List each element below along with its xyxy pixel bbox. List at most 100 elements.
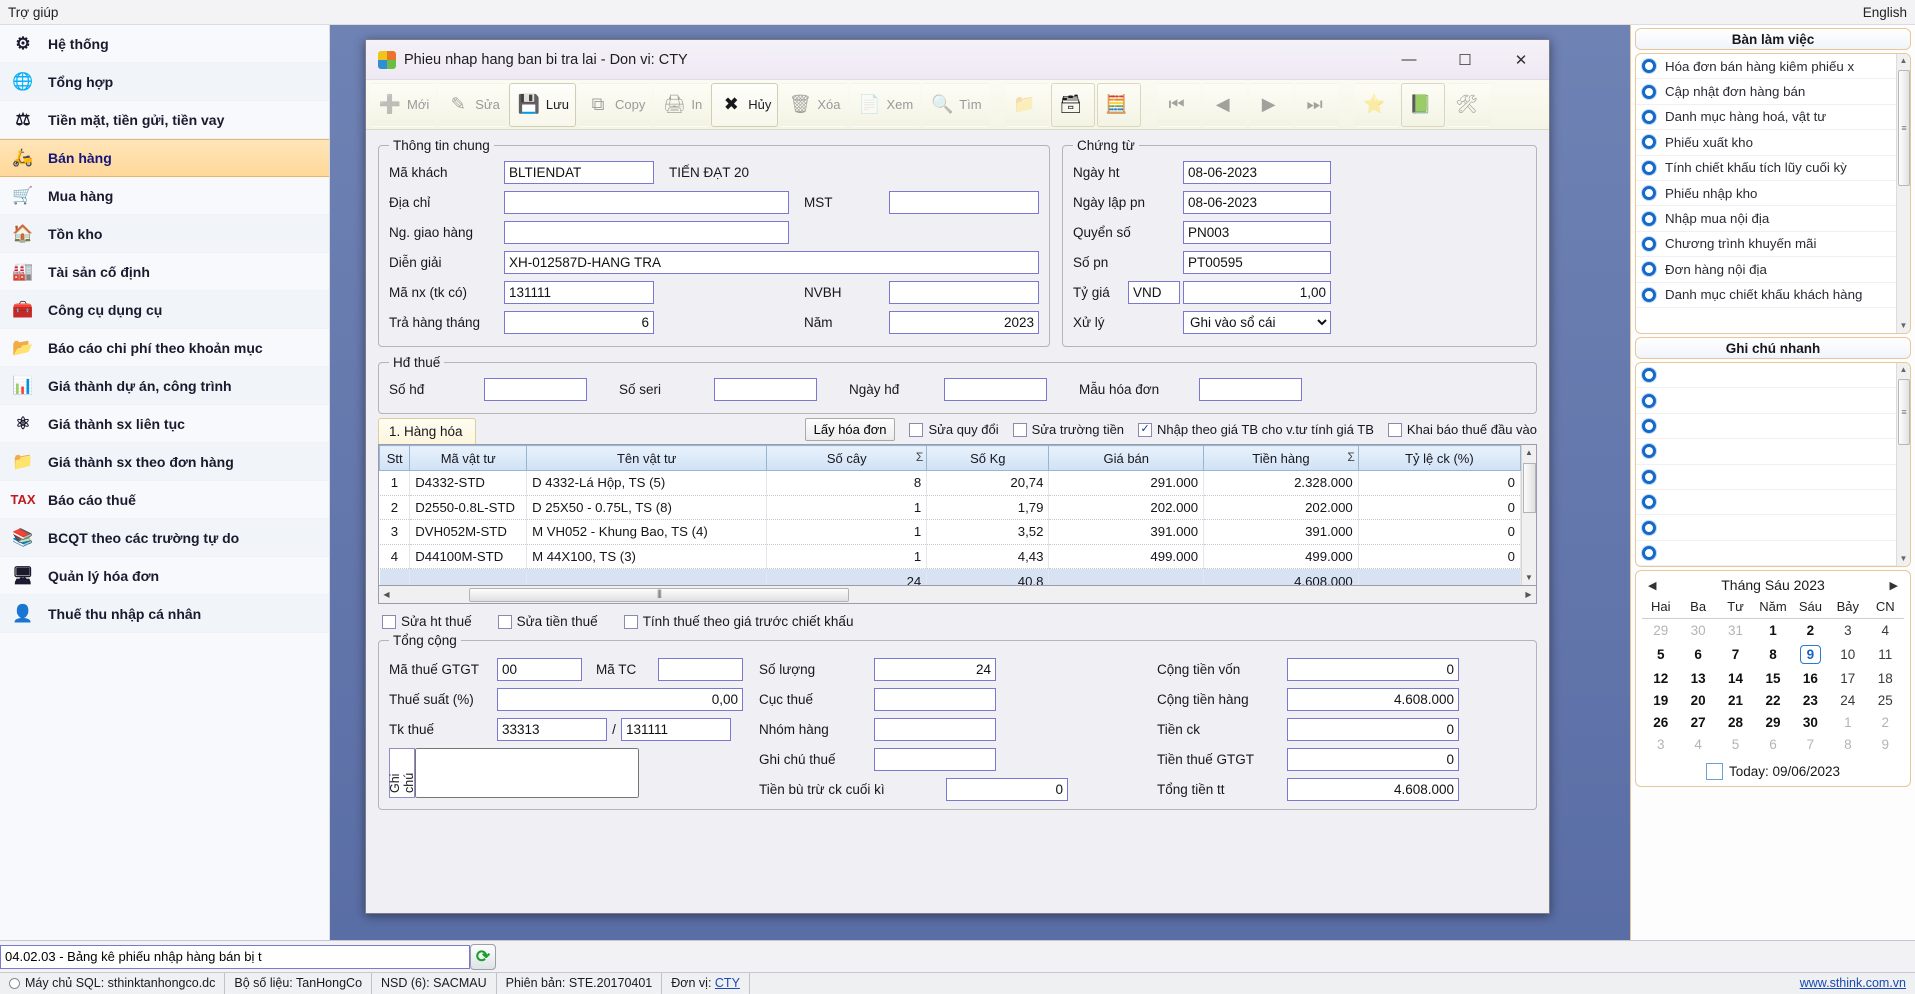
worklist-scrollbar[interactable]: ▲ ▼: [1896, 54, 1910, 333]
worklist-scroll-thumb[interactable]: [1898, 70, 1910, 186]
calendar-day[interactable]: 21: [1717, 689, 1754, 711]
calendar-day[interactable]: 23: [1792, 689, 1829, 711]
calendar-day[interactable]: 5: [1642, 641, 1679, 667]
ngay-ht-input[interactable]: [1183, 161, 1331, 184]
menu-help[interactable]: Trợ giúp: [0, 5, 66, 20]
tien-bu-tru-input[interactable]: [946, 778, 1068, 801]
mau-hoa-don-input[interactable]: [1199, 378, 1302, 401]
sidebar-item-9[interactable]: 📊 Giá thành dự án, công trình: [0, 367, 329, 405]
sidebar-item-0[interactable]: ⚙ Hệ thống: [0, 25, 329, 63]
note-item[interactable]: [1636, 414, 1896, 440]
calendar-day[interactable]: 26: [1642, 711, 1679, 733]
status-website[interactable]: www.sthink.com.vn: [1791, 973, 1915, 994]
worklist-item[interactable]: Tính chiết khấu tích lũy cuối kỳ: [1636, 156, 1896, 181]
table-row[interactable]: 1 D4332-STD D 4332-Lá Hộp, TS (5) 8 20,74 291…: [379, 470, 1521, 496]
calendar-day[interactable]: 2: [1792, 619, 1829, 642]
calendar-day[interactable]: 13: [1679, 667, 1716, 689]
grid-cell-ma[interactable]: DVH052M-STD: [409, 519, 528, 545]
mst-input[interactable]: [889, 191, 1039, 214]
currency-input[interactable]: [1128, 281, 1180, 304]
ng-giao-hang-input[interactable]: [504, 221, 789, 244]
grid-cell-so_cay[interactable]: 1: [766, 495, 928, 521]
so-hd-input[interactable]: [484, 378, 587, 401]
toolbar-button-archive-box[interactable]: 🗃: [1050, 82, 1095, 127]
checkbox-box[interactable]: [382, 614, 396, 629]
worklist-item[interactable]: Danh mục chiết khấu khách hàng: [1636, 283, 1896, 308]
tk-thue-input-2[interactable]: [621, 718, 731, 741]
grid-cell-tien_hang[interactable]: 202.000: [1203, 495, 1359, 521]
tien-thue-gtgt-input[interactable]: [1287, 748, 1459, 771]
grid-cell-so_kg[interactable]: 4,43: [926, 544, 1050, 570]
checkbox-box[interactable]: [1387, 422, 1402, 437]
menu-language[interactable]: English: [1855, 5, 1915, 20]
quyen-so-input[interactable]: [1183, 221, 1331, 244]
grid-cell-tien_hang[interactable]: 391.000: [1203, 519, 1359, 545]
ma-nx-input[interactable]: [504, 281, 654, 304]
toolbar-button-excel-export[interactable]: 📗: [1400, 82, 1445, 127]
ma-thue-gtgt-input[interactable]: [497, 658, 582, 681]
ngay-lap-pn-input[interactable]: [1183, 191, 1331, 214]
grid-scroll-left-icon[interactable]: ◀: [379, 590, 394, 599]
worklist-item[interactable]: Phiếu xuất kho: [1636, 130, 1896, 156]
grid-hscroll-thumb[interactable]: [469, 588, 849, 602]
sidebar-item-3[interactable]: 🛵 Bán hàng: [0, 139, 329, 177]
status-unit-link[interactable]: CTY: [715, 976, 740, 990]
table-row[interactable]: 3 DVH052M-STD M VH052 - Khung Bao, TS (4) 1…: [379, 519, 1521, 545]
calendar-day[interactable]: 6: [1679, 641, 1716, 667]
grid-col-7[interactable]: Tỷ lệ ck (%): [1357, 445, 1521, 471]
checkbox-box[interactable]: [1012, 422, 1027, 437]
worklist-item[interactable]: Phiếu nhập kho: [1636, 181, 1896, 207]
grid-cell-so_kg[interactable]: 1,79: [926, 495, 1050, 521]
tra-hang-thang-input[interactable]: [504, 311, 654, 334]
sidebar-item-2[interactable]: ⚖ Tiền mặt, tiền gửi, tiền vay: [0, 101, 329, 139]
calendar-day[interactable]: 8: [1829, 733, 1866, 755]
dien-giai-input[interactable]: [504, 251, 1039, 274]
minimize-button[interactable]: —: [1381, 41, 1437, 79]
checkbox-box[interactable]: [623, 614, 638, 629]
ma-khach-input[interactable]: [504, 161, 654, 184]
calendar-day[interactable]: 24: [1829, 689, 1866, 711]
grid-vertical-scrollbar[interactable]: ▲ ▼: [1521, 445, 1536, 585]
grid-col-1[interactable]: Mã vật tư: [409, 445, 528, 471]
calendar-day[interactable]: 4: [1867, 619, 1904, 642]
lay-hoa-don-button[interactable]: Lấy hóa đơn: [804, 418, 896, 441]
nvbh-input[interactable]: [889, 281, 1039, 304]
notes-scroll-thumb[interactable]: [1898, 379, 1910, 445]
grid-scroll-down-icon[interactable]: ▼: [1522, 570, 1536, 585]
calendar-day[interactable]: 31: [1717, 619, 1754, 642]
grid-cell-ty_le_ck[interactable]: 0: [1358, 470, 1521, 496]
grid-col-4[interactable]: Số Kg: [926, 445, 1050, 471]
tien-ck-input[interactable]: [1287, 718, 1459, 741]
note-item[interactable]: [1636, 465, 1896, 490]
grid-checkbox-1[interactable]: Sửa trường tiền: [1012, 422, 1124, 437]
note-item[interactable]: [1636, 363, 1896, 389]
worklist-item[interactable]: Chương trình khuyến mãi: [1636, 232, 1896, 258]
calendar-day[interactable]: 6: [1754, 733, 1791, 755]
toolbar-button-lu[interactable]: 💾 Lưu: [508, 82, 577, 127]
calendar-day[interactable]: 8: [1754, 641, 1791, 667]
sidebar-item-11[interactable]: 📁 Giá thành sx theo đơn hàng: [0, 443, 329, 481]
tk-thue-input-1[interactable]: [497, 718, 607, 741]
grid-cell-so_cay[interactable]: 8: [766, 470, 928, 496]
calendar-day[interactable]: 15: [1754, 667, 1791, 689]
so-seri-input[interactable]: [714, 378, 817, 401]
calendar-next-icon[interactable]: ▶: [1890, 579, 1898, 592]
notes-scroll-up-icon[interactable]: ▲: [1897, 363, 1910, 377]
calendar-prev-icon[interactable]: ◀: [1648, 579, 1656, 592]
toolbar-button-calculator[interactable]: 🧮: [1096, 82, 1141, 127]
sidebar-item-6[interactable]: 🏭 Tài sản cố định: [0, 253, 329, 291]
grid-cell-ma[interactable]: D2550-0.8L-STD: [409, 495, 528, 521]
cong-tien-von-input[interactable]: [1287, 658, 1459, 681]
tong-tien-tt-input[interactable]: [1287, 778, 1459, 801]
grid-cell-ty_le_ck[interactable]: 0: [1358, 544, 1521, 570]
calendar-day[interactable]: 10: [1829, 641, 1866, 667]
ghi-chu-thue-input[interactable]: [874, 748, 996, 771]
tab-hang-hoa[interactable]: 1. Hàng hóa: [378, 418, 476, 444]
grid-cell-stt[interactable]: 2: [379, 495, 411, 521]
calendar-day[interactable]: 11: [1867, 641, 1904, 667]
grid-cell-tien_hang[interactable]: 2.328.000: [1203, 470, 1359, 496]
so-luong-input[interactable]: [874, 658, 996, 681]
sidebar-item-1[interactable]: 🌐 Tổng hợp: [0, 63, 329, 101]
grid-cell-so_kg[interactable]: 3,52: [926, 519, 1050, 545]
calendar-day[interactable]: 4: [1679, 733, 1716, 755]
